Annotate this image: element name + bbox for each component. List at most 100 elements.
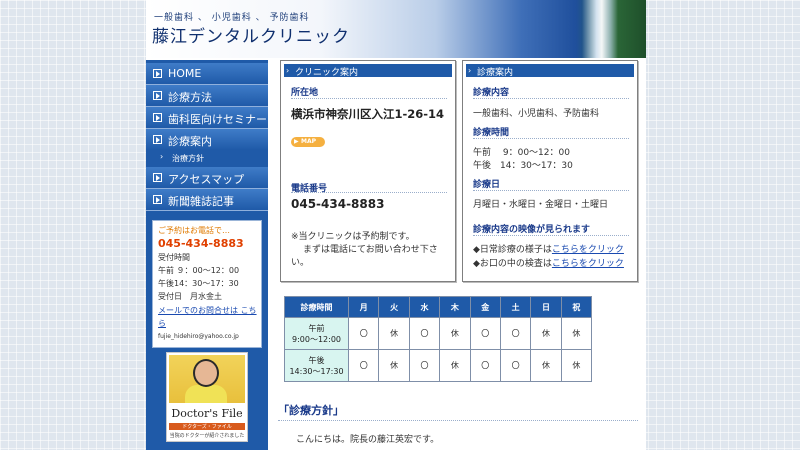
nav-item-seminar[interactable]: 歯科医向けセミナー (146, 107, 268, 129)
nav-label: 新聞雑誌記事 (168, 195, 234, 208)
reservation-note: ※当クリニックは予約制です。 (291, 232, 415, 242)
doctor-head (193, 359, 219, 387)
schedule-cell: 休 (439, 317, 471, 350)
schedule-time-label: 午前 (308, 323, 325, 333)
nav-item-access-map[interactable]: アクセスマップ (146, 167, 268, 189)
contact-days: 受付日 月水金土 (158, 292, 222, 301)
schedule-header-hours: 診療時間 (284, 296, 349, 318)
chevron-right-icon: › (468, 66, 472, 75)
arrow-icon (153, 69, 162, 78)
contact-box: ご予約はお電話で… 045-434-8883 受付時間 午前 ９：00～12：0… (152, 220, 262, 348)
clinic-info-title: クリニック案内 (295, 68, 359, 78)
schedule-cell: 休 (530, 349, 562, 382)
table-row: 午後 14:30～17:30 〇 休 〇 休 〇 〇 休 休 (284, 349, 593, 382)
arrow-icon (153, 195, 162, 204)
divider (473, 138, 629, 139)
schedule-header-day: 祝 (560, 296, 593, 318)
arrow-icon (153, 91, 162, 100)
nav-label: 診療方法 (168, 91, 212, 104)
divider (473, 235, 629, 236)
schedule-cell: 休 (560, 317, 593, 350)
divider (473, 190, 629, 191)
nav-item-press[interactable]: 新聞雑誌記事 (146, 189, 268, 211)
content-label: 診療内容 (473, 88, 510, 98)
schedule-cell: 〇 (347, 349, 380, 382)
schedule-header-day: 木 (439, 296, 471, 318)
schedule-time-cell: 午後 14:30～17:30 (284, 349, 349, 382)
policy-heading: 「診療方針」 (278, 404, 344, 417)
arrow-icon (153, 113, 162, 122)
schedule-header-day: 日 (530, 296, 562, 318)
nav-sub-label: 治療方針 (172, 154, 204, 163)
schedule-cell: 休 (530, 317, 562, 350)
video-item-2: ◆お口の中の検査はこちらをクリック (473, 256, 624, 269)
hours-pm: 午後 14：30～17：30 (473, 161, 573, 171)
table-row: 午前 9:00～12:00 〇 休 〇 休 〇 〇 休 休 (284, 317, 593, 350)
doctors-file-subtitle: 当院のドクターが紹介されました (169, 433, 245, 439)
video-1-prefix: ◆日常診療の様子は (473, 245, 552, 255)
contact-hours-label: 受付時間 (158, 253, 190, 262)
divider (291, 192, 447, 193)
schedule-time-range: 9:00～12:00 (291, 334, 342, 344)
page: 一般歯科 、 小児歯科 、 予防歯科 藤江デンタルクリニック HOME 診療方法… (146, 0, 646, 450)
content-value: 一般歯科、小児歯科、予防歯科 (473, 109, 600, 119)
policy-greeting: こんにちは。院長の藤江英宏です。 (296, 435, 440, 445)
hours-label: 診療時間 (473, 128, 510, 138)
days-value: 月曜日・水曜日・金曜日・土曜日 (473, 200, 609, 210)
schedule-header-day: 火 (378, 296, 410, 318)
nav-item-guide[interactable]: 診療案内 (146, 129, 268, 151)
nav-subitem-policy[interactable]: › 治療方針 (146, 149, 268, 167)
arrow-icon (153, 135, 162, 144)
play-icon: ▶ (294, 138, 299, 145)
doctors-file-bar-text: ドクターズ・ファイル (182, 424, 232, 430)
map-button-label: MAP (301, 138, 317, 145)
schedule-cell: 〇 (469, 317, 501, 350)
chevron-right-icon: › (160, 152, 164, 161)
mail-inquiry-link[interactable]: メールでのお問合せは こちら (158, 304, 258, 330)
sidebar: HOME 診療方法 歯科医向けセミナー 診療案内 › 治療方針 アクセスマップ … (146, 60, 268, 450)
nav-item-home[interactable]: HOME (146, 63, 268, 85)
site-header: 一般歯科 、 小児歯科 、 予防歯科 藤江デンタルクリニック (146, 0, 646, 58)
consultation-info-header: › 診療案内 (466, 64, 634, 78)
site-title[interactable]: 藤江デンタルクリニック (152, 22, 350, 47)
contact-email: fujie_hidehiro@yahoo.co.jp (158, 333, 239, 340)
hours-am: 午前 9：00～12：00 (473, 148, 570, 158)
doctor-body (185, 385, 227, 403)
schedule-cell: 〇 (408, 317, 441, 350)
schedule-header-day: 土 (499, 296, 532, 318)
chevron-right-icon: › (286, 66, 290, 75)
contact-phone[interactable]: 045-434-8883 (158, 237, 244, 250)
arrow-icon (153, 173, 162, 182)
video-item-1: ◆日常診療の様子はこちらをクリック (473, 242, 624, 255)
schedule-time-cell: 午前 9:00～12:00 (284, 317, 349, 350)
phone-value[interactable]: 045-434-8883 (291, 197, 384, 211)
clinic-info-header: › クリニック案内 (284, 64, 452, 78)
schedule-header-day: 水 (408, 296, 441, 318)
nav-label: HOME (168, 67, 202, 80)
doctors-file-banner[interactable]: Doctor's File ドクターズ・ファイル 当院のドクターが紹介されました (166, 352, 248, 442)
address-label: 所在地 (291, 88, 319, 98)
schedule-header-day: 月 (347, 296, 380, 318)
divider (278, 420, 638, 421)
video-1-link[interactable]: こちらをクリック (552, 245, 624, 255)
nav-item-treatment-method[interactable]: 診療方法 (146, 85, 268, 107)
map-button[interactable]: ▶ MAP (291, 137, 325, 147)
contact-pm: 午後14：30～17：30 (158, 279, 239, 288)
consultation-info-box: › 診療案内 診療内容 一般歯科、小児歯科、予防歯科 診療時間 午前 9：00～… (462, 60, 638, 282)
schedule-cell: 休 (560, 349, 593, 382)
doctor-photo (169, 355, 245, 403)
doctors-file-title: Doctor's File (171, 407, 243, 420)
days-label: 診療日 (473, 180, 501, 190)
reservation-note-2: まずは電話にてお問い合わせ下さ (303, 245, 438, 255)
schedule-cell: 〇 (499, 317, 532, 350)
nav-label: 歯科医向けセミナー (168, 113, 267, 126)
contact-am: 午前 ９：00～12：00 (158, 266, 240, 275)
contact-heading: ご予約はお電話で… (158, 226, 230, 235)
schedule-header-row: 診療時間 月 火 水 木 金 土 日 祝 (284, 296, 593, 318)
schedule-time-label: 午後 (308, 355, 325, 365)
schedule-cell: 〇 (469, 349, 501, 382)
schedule-cell: 休 (439, 349, 471, 382)
schedule-cell: 休 (378, 349, 410, 382)
consultation-info-title: 診療案内 (477, 68, 514, 78)
video-2-link[interactable]: こちらをクリック (552, 259, 624, 269)
